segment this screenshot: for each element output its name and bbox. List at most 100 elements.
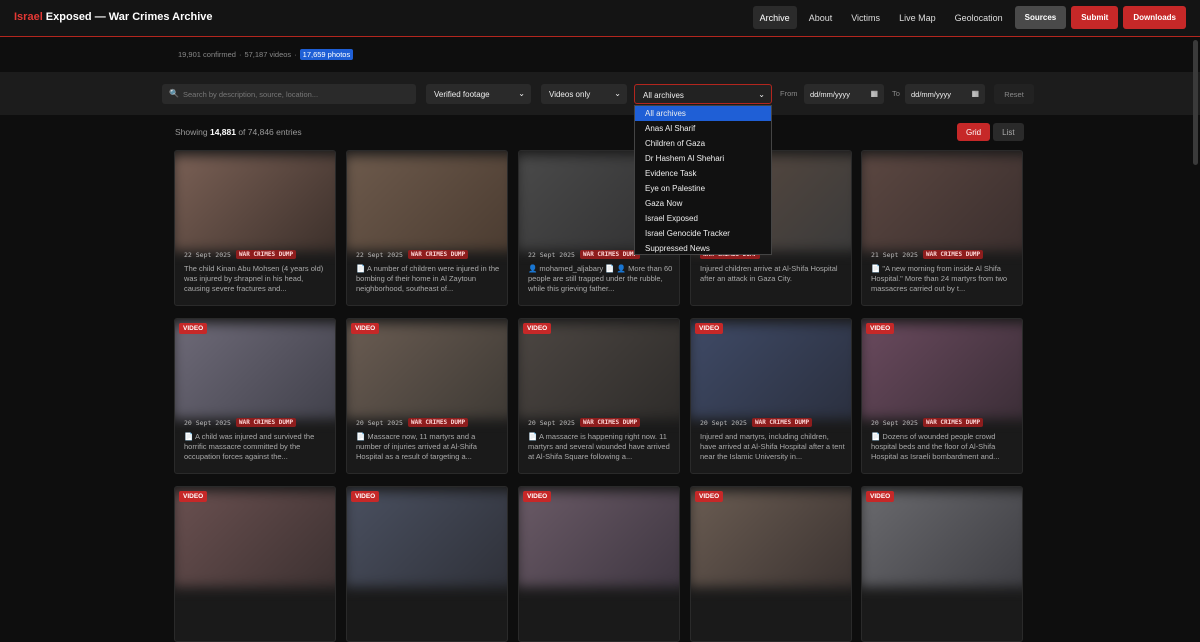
archive-option[interactable]: Anas Al Sharif (635, 121, 771, 136)
card-thumbnail[interactable] (347, 491, 507, 587)
archive-option[interactable]: Children of Gaza (635, 136, 771, 151)
card-description: Injured and martyrs, including children,… (700, 432, 845, 461)
card-description: The child Kinan Abu Mohsen (4 years old)… (184, 264, 324, 293)
media-type-select-value: Videos only (549, 90, 591, 99)
results-suffix: of 74,846 entries (235, 127, 302, 137)
nav-archive[interactable]: Archive (752, 6, 797, 29)
video-badge: VIDEO (866, 491, 895, 502)
sources-button[interactable]: Sources (1014, 6, 1067, 29)
archive-option[interactable]: Gaza Now (635, 196, 771, 211)
card-tag: WAR CRIMES DUMP (407, 418, 469, 427)
footage-select[interactable]: Verified footage ⌄ (426, 84, 531, 104)
reset-button[interactable]: Reset (994, 84, 1034, 104)
card-date: 20 Sept 2025 (700, 418, 747, 427)
card-meta: 22 Sept 2025 WAR CRIMES DUMP (356, 250, 469, 259)
card-date: 20 Sept 2025 (356, 418, 403, 427)
submit-button[interactable]: Submit (1071, 6, 1119, 29)
archive-card[interactable]: 22 Sept 2025 WAR CRIMES DUMP The child Kin… (174, 150, 336, 306)
video-badge: VIDEO (695, 323, 724, 334)
nav-live-map[interactable]: Live Map (892, 6, 943, 29)
chevron-down-icon: ⌄ (518, 89, 525, 98)
archive-option[interactable]: Evidence Task (635, 166, 771, 181)
archive-dropdown-list: All archives Anas Al Sharif Children of Ga… (634, 105, 772, 255)
from-label: From (780, 89, 798, 98)
site-title-rest: Exposed — War Crimes Archive (42, 11, 213, 23)
archive-card[interactable]: VIDEO 20 Sept 2025 WAR CRIMES DUMP 📄 A chil… (174, 318, 336, 474)
filter-bar: 🔍 Search by description, source, locatio… (0, 72, 1200, 115)
chevron-down-icon: ⌄ (614, 89, 621, 98)
site-title-highlight: Israel (14, 11, 43, 23)
archive-card[interactable]: VIDEO 20 Sept 2025 WAR CRIMES DUMP Injured … (690, 318, 852, 474)
card-thumbnail[interactable] (175, 491, 335, 587)
card-thumbnail[interactable] (691, 491, 851, 587)
archive-card[interactable]: VIDEO (174, 486, 336, 642)
card-meta: 20 Sept 2025 WAR CRIMES DUMP (184, 418, 297, 427)
video-badge: VIDEO (351, 491, 380, 502)
downloads-button[interactable]: Downloads (1123, 6, 1186, 29)
archive-option[interactable]: Dr Hashem Al Shehari (635, 151, 771, 166)
archive-option[interactable]: Suppressed News (635, 241, 771, 256)
nav-about[interactable]: About (802, 6, 840, 29)
list-view-button[interactable]: List (993, 123, 1024, 141)
video-badge: VIDEO (179, 323, 208, 334)
card-thumbnail[interactable] (519, 491, 679, 587)
view-toggle: Grid List (957, 123, 1024, 141)
card-meta: 20 Sept 2025 WAR CRIMES DUMP (528, 418, 641, 427)
site-title[interactable]: Israel Exposed — War Crimes Archive (14, 11, 213, 23)
archive-option[interactable]: All archives (635, 106, 771, 121)
archive-card[interactable]: 21 Sept 2025 WAR CRIMES DUMP 📄 "A new morn… (861, 150, 1023, 306)
archive-option[interactable]: Israel Genocide Tracker (635, 226, 771, 241)
main-nav: Archive About Victims Live Map Geolocati… (752, 6, 1186, 29)
nav-geolocation[interactable]: Geolocation (948, 6, 1010, 29)
nav-victims[interactable]: Victims (844, 6, 887, 29)
video-badge: VIDEO (179, 491, 208, 502)
card-date: 22 Sept 2025 (184, 250, 231, 259)
archive-card[interactable]: 22 Sept 2025 WAR CRIMES DUMP 📄 A number of… (346, 150, 508, 306)
card-description: 👤 mohamed_aljabary 📄 👤 More than 60 peop… (528, 264, 673, 293)
grid-view-button[interactable]: Grid (957, 123, 991, 141)
card-description: 📄 A massacre is happening right now. 11 … (528, 432, 670, 461)
media-type-select[interactable]: Videos only ⌄ (541, 84, 627, 104)
card-thumbnail[interactable] (175, 323, 335, 419)
card-description: 📄 Massacre now, 11 martyrs and a number … (356, 432, 477, 461)
card-meta: 20 Sept 2025 WAR CRIMES DUMP (700, 418, 813, 427)
from-date-placeholder: dd/mm/yyyy (810, 90, 851, 99)
card-date: 20 Sept 2025 (528, 418, 575, 427)
archive-option[interactable]: Eye on Palestine (635, 181, 771, 196)
archive-card[interactable]: VIDEO 20 Sept 2025 WAR CRIMES DUMP 📄 Dozens… (861, 318, 1023, 474)
card-thumbnail[interactable] (519, 323, 679, 419)
to-date-input[interactable]: dd/mm/yyyy ▦ (905, 84, 985, 104)
card-thumbnail[interactable] (862, 323, 1022, 419)
archive-select-value: All archives (643, 91, 684, 100)
card-thumbnail[interactable] (175, 155, 335, 251)
video-badge: VIDEO (523, 491, 552, 502)
card-thumbnail[interactable] (691, 323, 851, 419)
card-meta: 20 Sept 2025 WAR CRIMES DUMP (871, 418, 984, 427)
card-thumbnail[interactable] (862, 155, 1022, 251)
card-meta: 22 Sept 2025 WAR CRIMES DUMP (528, 250, 641, 259)
calendar-icon[interactable]: ▦ (870, 89, 878, 98)
card-description: 📄 "A new morning from inside Al Shifa Ho… (871, 264, 1008, 293)
archive-card[interactable]: VIDEO (346, 486, 508, 642)
card-meta: 22 Sept 2025 WAR CRIMES DUMP (184, 250, 297, 259)
from-date-input[interactable]: dd/mm/yyyy ▦ (804, 84, 884, 104)
archive-select[interactable]: All archives ⌄ (634, 84, 772, 104)
search-input[interactable]: 🔍 Search by description, source, locatio… (162, 84, 416, 104)
stat-separator: · (294, 49, 297, 59)
archive-card[interactable]: VIDEO (690, 486, 852, 642)
archive-card[interactable]: VIDEO (861, 486, 1023, 642)
archive-card[interactable]: VIDEO (518, 486, 680, 642)
archive-card[interactable]: VIDEO 20 Sept 2025 WAR CRIMES DUMP 📄 Massac… (346, 318, 508, 474)
archive-card[interactable]: VIDEO 20 Sept 2025 WAR CRIMES DUMP 📄 A mass… (518, 318, 680, 474)
card-tag: WAR CRIMES DUMP (922, 418, 984, 427)
card-thumbnail[interactable] (347, 155, 507, 251)
card-meta: 21 Sept 2025 WAR CRIMES DUMP (871, 250, 984, 259)
calendar-icon[interactable]: ▦ (971, 89, 979, 98)
card-thumbnail[interactable] (347, 323, 507, 419)
card-thumbnail[interactable] (862, 491, 1022, 587)
card-meta: 20 Sept 2025 WAR CRIMES DUMP (356, 418, 469, 427)
results-number: 14,881 (209, 127, 236, 137)
page-scrollbar[interactable] (1193, 40, 1198, 165)
archive-option[interactable]: Israel Exposed (635, 211, 771, 226)
card-tag: WAR CRIMES DUMP (235, 250, 297, 259)
